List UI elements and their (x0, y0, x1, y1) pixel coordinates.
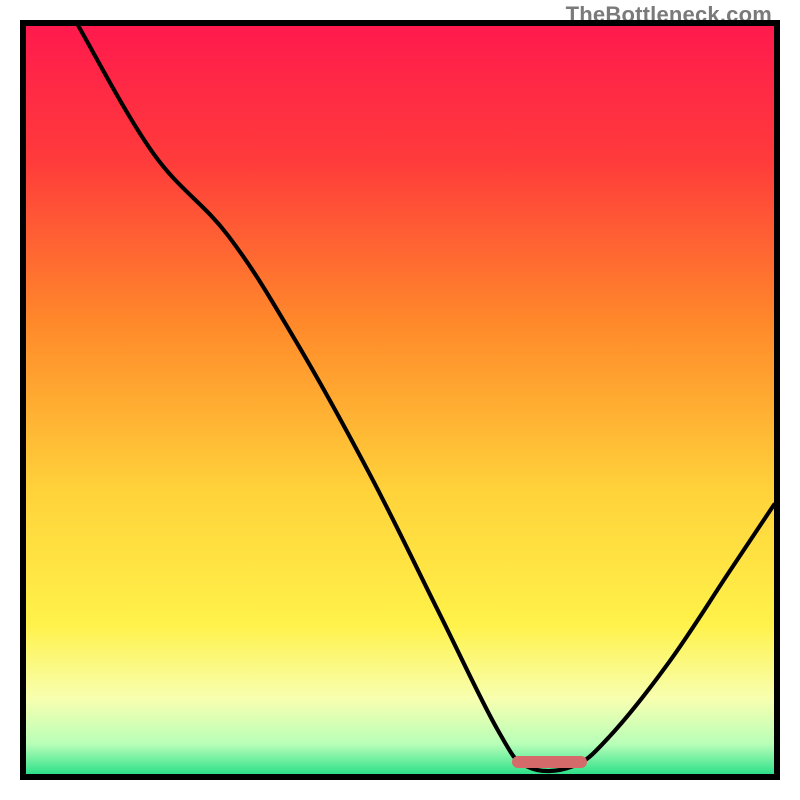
optimum-marker (512, 756, 587, 768)
chart-frame (20, 20, 780, 780)
bottleneck-curve (26, 26, 774, 774)
